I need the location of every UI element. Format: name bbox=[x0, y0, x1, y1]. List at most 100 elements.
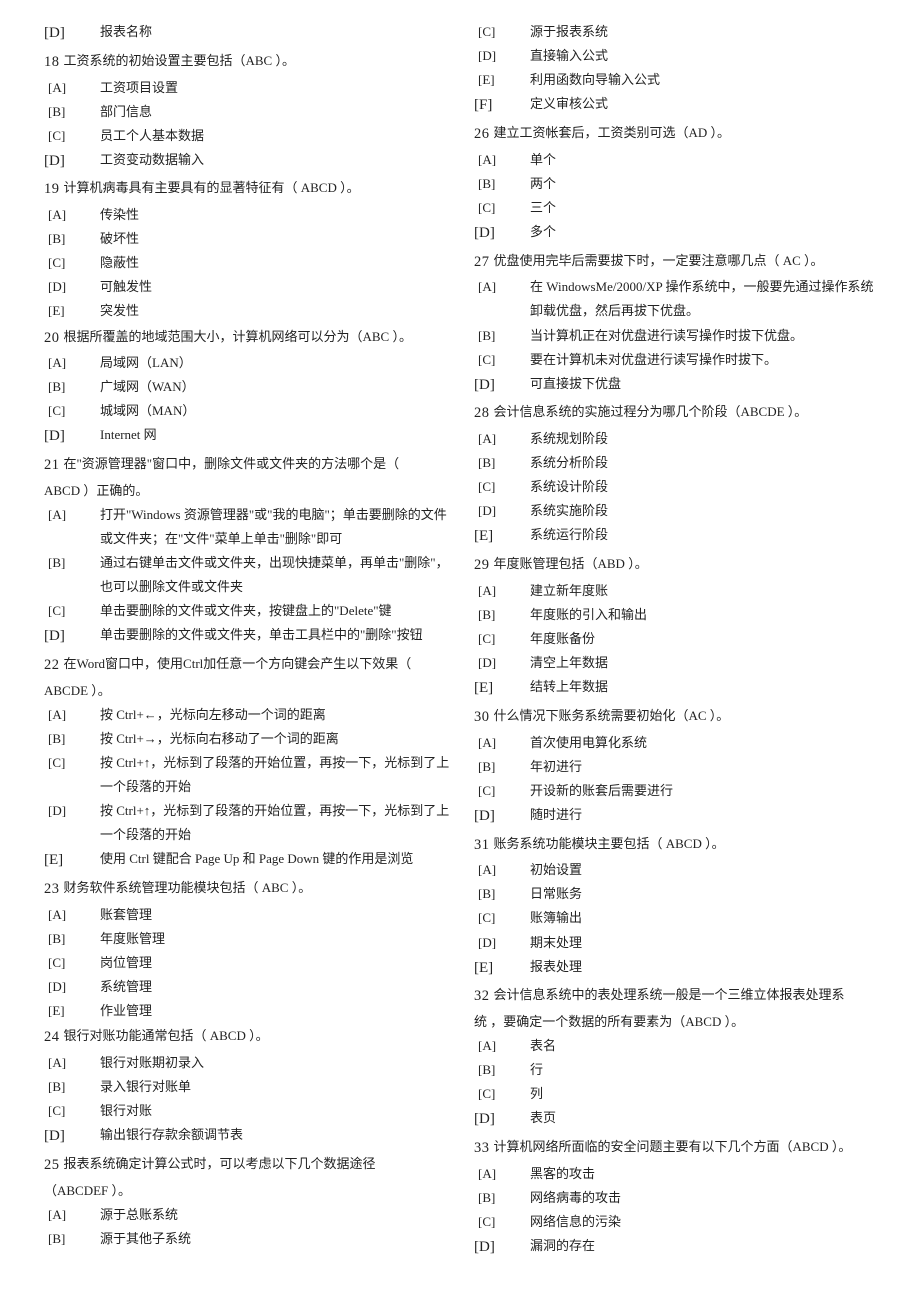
question-number: 25 bbox=[40, 1152, 60, 1179]
option-row: [C]要在计算机未对优盘进行读写操作时拔下。 bbox=[470, 348, 880, 372]
option-letter: [C] bbox=[470, 196, 530, 220]
option-text: 单个 bbox=[530, 148, 880, 172]
option-text: 按 Ctrl+→，光标向右移动了一个词的距离 bbox=[100, 727, 450, 751]
document-page: [D]报表名称18工资系统的初始设置主要包括（ABC ）。[A]工资项目设置[B… bbox=[0, 0, 920, 1302]
option-text: 系统分析阶段 bbox=[530, 451, 880, 475]
question-line: 18工资系统的初始设置主要包括（ABC ）。 bbox=[40, 49, 450, 76]
option-text: 两个 bbox=[530, 172, 880, 196]
option-text: 账簿输出 bbox=[530, 906, 880, 930]
question-line: 27 优盘使用完毕后需要拔下时，一定要注意哪几点（ AC ）。 bbox=[470, 249, 880, 276]
option-row: [C]单击要删除的文件或文件夹，按键盘上的"Delete"键 bbox=[40, 599, 450, 623]
option-row: [B]两个 bbox=[470, 172, 880, 196]
option-text: 黑客的攻击 bbox=[530, 1162, 880, 1186]
question-number: 24 bbox=[40, 1024, 60, 1051]
option-letter: [A] bbox=[40, 203, 100, 227]
option-text: 网络病毒的攻击 bbox=[530, 1186, 880, 1210]
option-text: 录入银行对账单 bbox=[100, 1075, 450, 1099]
question-line-cont: 统 ，要确定一个数据的所有要素为（ABCD ）。 bbox=[470, 1010, 880, 1034]
question-line: 33计算机网络所面临的安全问题主要有以下几个方面（ABCD ）。 bbox=[470, 1135, 880, 1162]
option-letter: [D] bbox=[40, 275, 100, 299]
question-number: 26 bbox=[470, 121, 490, 148]
question-number: 22 bbox=[40, 652, 60, 679]
option-row: [A]初始设置 bbox=[470, 858, 880, 882]
option-text: 清空上年数据 bbox=[530, 651, 880, 675]
option-text: 网络信息的污染 bbox=[530, 1210, 880, 1234]
option-row: [A]源于总账系统 bbox=[40, 1203, 450, 1227]
question-line: 21在"资源管理器"窗口中，删除文件或文件夹的方法哪个是（ bbox=[40, 452, 450, 479]
option-row: [A]局域网（LAN） bbox=[40, 351, 450, 375]
option-row: [D]系统实施阶段 bbox=[470, 499, 880, 523]
option-text: 当计算机正在对优盘进行读写操作时拔下优盘。 bbox=[530, 324, 880, 348]
question-text: 会计信息系统中的表处理系统一般是一个三维立体报表处理系 bbox=[490, 983, 845, 1010]
option-letter: [C] bbox=[470, 906, 530, 930]
option-letter: [D] bbox=[470, 220, 530, 248]
option-letter: [E] bbox=[40, 999, 100, 1023]
option-row: [A]单个 bbox=[470, 148, 880, 172]
option-row: [C]三个 bbox=[470, 196, 880, 220]
option-row: [A]打开"Windows 资源管理器"或"我的电脑"；单击要删除的文件或文件夹… bbox=[40, 503, 450, 551]
option-text: 隐蔽性 bbox=[100, 251, 450, 275]
question-text: 什么情况下账务系统需要初始化（AC ）。 bbox=[490, 704, 730, 731]
option-letter: [D] bbox=[40, 975, 100, 999]
option-row: [C]账簿输出 bbox=[470, 906, 880, 930]
option-text: 按 Ctrl+↑，光标到了段落的开始位置，再按一下，光标到了上一个段落的开始 bbox=[100, 799, 450, 847]
question-line: 23财务软件系统管理功能模块包括（ ABC ）。 bbox=[40, 876, 450, 903]
option-letter: [A] bbox=[470, 1162, 530, 1186]
option-row: [A]建立新年度账 bbox=[470, 579, 880, 603]
option-text: 传染性 bbox=[100, 203, 450, 227]
question-number: 32 bbox=[470, 983, 490, 1010]
option-text: 年度账备份 bbox=[530, 627, 880, 651]
option-row: [B]部门信息 bbox=[40, 100, 450, 124]
question-text: 计算机病毒具有主要具有的显著特征有（ ABCD ）。 bbox=[60, 176, 360, 203]
option-row: [E]系统运行阶段 bbox=[470, 523, 880, 551]
option-row: [A]传染性 bbox=[40, 203, 450, 227]
question-line: 20根据所覆盖的地域范围大小，计算机网络可以分为（ABC ）。 bbox=[40, 325, 450, 352]
question-line: 26 建立工资帐套后，工资类别可选（AD ）。 bbox=[470, 121, 880, 148]
option-text: 首次使用电算化系统 bbox=[530, 731, 880, 755]
option-letter: [A] bbox=[470, 579, 530, 603]
question-text-cont: 统 ，要确定一个数据的所有要素为（ABCD ）。 bbox=[470, 1010, 744, 1034]
option-letter: [A] bbox=[470, 148, 530, 172]
option-row: [A]账套管理 bbox=[40, 903, 450, 927]
question-number: 20 bbox=[40, 325, 60, 352]
option-letter: [C] bbox=[40, 124, 100, 148]
option-text: 源于其他子系统 bbox=[100, 1227, 450, 1251]
question-text: 在"资源管理器"窗口中，删除文件或文件夹的方法哪个是（ bbox=[60, 452, 400, 479]
question-text: 建立工资帐套后，工资类别可选（AD ）。 bbox=[490, 121, 731, 148]
option-letter: [C] bbox=[40, 599, 100, 623]
question-text: 年度账管理包括（ABD ）。 bbox=[490, 552, 648, 579]
option-row: [A]按 Ctrl+←，光标向左移动一个词的距离 bbox=[40, 703, 450, 727]
option-letter: [A] bbox=[40, 503, 100, 551]
option-row: [A]表名 bbox=[470, 1034, 880, 1058]
option-text: 部门信息 bbox=[100, 100, 450, 124]
option-letter: [A] bbox=[40, 703, 100, 727]
option-letter: [F] bbox=[470, 92, 530, 120]
option-text: 岗位管理 bbox=[100, 951, 450, 975]
option-letter: [D] bbox=[470, 44, 530, 68]
option-row: [B]年度账管理 bbox=[40, 927, 450, 951]
option-row: [D]随时进行 bbox=[470, 803, 880, 831]
option-letter: [A] bbox=[40, 1203, 100, 1227]
option-row: [D]直接输入公式 bbox=[470, 44, 880, 68]
option-row: [C]员工个人基本数据 bbox=[40, 124, 450, 148]
option-text: 报表名称 bbox=[100, 20, 450, 48]
question-text: 银行对账功能通常包括（ ABCD ）。 bbox=[60, 1024, 269, 1051]
option-text: 系统规划阶段 bbox=[530, 427, 880, 451]
option-text: 行 bbox=[530, 1058, 880, 1082]
question-text-cont: ABCD ）正确的。 bbox=[40, 479, 148, 503]
question-line: 31 账务系统功能模块主要包括（ ABCD ）。 bbox=[470, 832, 880, 859]
option-letter: [B] bbox=[40, 927, 100, 951]
option-letter: [A] bbox=[40, 903, 100, 927]
option-text: 表名 bbox=[530, 1034, 880, 1058]
option-text: 可触发性 bbox=[100, 275, 450, 299]
option-row: [B]按 Ctrl+→，光标向右移动了一个词的距离 bbox=[40, 727, 450, 751]
option-row: [B]行 bbox=[470, 1058, 880, 1082]
option-letter: [C] bbox=[40, 251, 100, 275]
option-letter: [D] bbox=[40, 423, 100, 451]
option-row: [E]突发性 bbox=[40, 299, 450, 323]
option-row: [A]在 WindowsMe/2000/XP 操作系统中，一般要先通过操作系统卸… bbox=[470, 275, 880, 323]
question-line: 30 什么情况下账务系统需要初始化（AC ）。 bbox=[470, 704, 880, 731]
option-letter: [D] bbox=[40, 148, 100, 176]
option-row: [B]日常账务 bbox=[470, 882, 880, 906]
option-text: 工资变动数据输入 bbox=[100, 148, 450, 176]
